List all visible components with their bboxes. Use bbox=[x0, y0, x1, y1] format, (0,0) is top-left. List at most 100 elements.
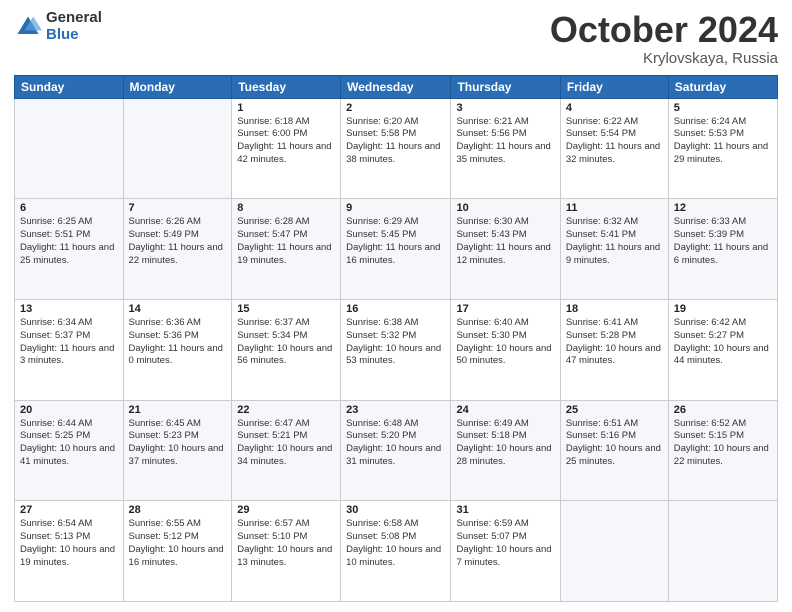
day-number: 31 bbox=[456, 504, 554, 516]
day-number: 5 bbox=[674, 102, 772, 114]
logo-general: General bbox=[46, 10, 102, 27]
day-number: 24 bbox=[456, 404, 554, 416]
day-number: 23 bbox=[346, 404, 445, 416]
logo-blue: Blue bbox=[46, 27, 102, 44]
day-info: Sunrise: 6:25 AM Sunset: 5:51 PM Dayligh… bbox=[20, 216, 118, 267]
calendar-cell: 13 Sunrise: 6:34 AM Sunset: 5:37 PM Dayli… bbox=[15, 299, 124, 400]
calendar-cell: 3 Sunrise: 6:21 AM Sunset: 5:56 PM Daylig… bbox=[451, 98, 560, 199]
title-block: October 2024 Krylovskaya, Russia bbox=[550, 10, 778, 67]
day-number: 4 bbox=[566, 102, 663, 114]
calendar-cell: 19 Sunrise: 6:42 AM Sunset: 5:27 PM Dayli… bbox=[668, 299, 777, 400]
day-number: 25 bbox=[566, 404, 663, 416]
day-number: 8 bbox=[237, 202, 335, 214]
day-number: 22 bbox=[237, 404, 335, 416]
day-info: Sunrise: 6:58 AM Sunset: 5:08 PM Dayligh… bbox=[346, 518, 445, 569]
day-info: Sunrise: 6:21 AM Sunset: 5:56 PM Dayligh… bbox=[456, 116, 554, 167]
day-number: 2 bbox=[346, 102, 445, 114]
day-number: 13 bbox=[20, 303, 118, 315]
day-number: 26 bbox=[674, 404, 772, 416]
logo: General Blue bbox=[14, 10, 102, 43]
day-number: 18 bbox=[566, 303, 663, 315]
day-number: 6 bbox=[20, 202, 118, 214]
calendar-cell: 24Sunrise: 6:49 AM Sunset: 5:18 PM Dayli… bbox=[451, 400, 560, 501]
calendar-cell: 30 Sunrise: 6:58 AM Sunset: 5:08 PM Dayli… bbox=[341, 501, 451, 602]
day-number: 14 bbox=[129, 303, 227, 315]
day-number: 7 bbox=[129, 202, 227, 214]
day-info: Sunrise: 6:42 AM Sunset: 5:27 PM Dayligh… bbox=[674, 317, 772, 368]
calendar-cell: 31 Sunrise: 6:59 AM Sunset: 5:07 PM Dayli… bbox=[451, 501, 560, 602]
day-number: 19 bbox=[674, 303, 772, 315]
calendar-cell bbox=[560, 501, 668, 602]
day-number: 15 bbox=[237, 303, 335, 315]
weekday-header-friday: Friday bbox=[560, 75, 668, 98]
header: General Blue October 2024 Krylovskaya, R… bbox=[14, 10, 778, 67]
calendar-cell: 8 Sunrise: 6:28 AM Sunset: 5:47 PM Daylig… bbox=[232, 199, 341, 300]
calendar-week-2: 6 Sunrise: 6:25 AM Sunset: 5:51 PM Daylig… bbox=[15, 199, 778, 300]
calendar-cell bbox=[15, 98, 124, 199]
day-number: 3 bbox=[456, 102, 554, 114]
calendar-cell: 4 Sunrise: 6:22 AM Sunset: 5:54 PM Daylig… bbox=[560, 98, 668, 199]
day-info: Sunrise: 6:44 AM Sunset: 5:25 PM Dayligh… bbox=[20, 418, 118, 469]
calendar-cell: 28 Sunrise: 6:55 AM Sunset: 5:12 PM Dayli… bbox=[123, 501, 232, 602]
day-info: Sunrise: 6:33 AM Sunset: 5:39 PM Dayligh… bbox=[674, 216, 772, 267]
day-info: Sunrise: 6:52 AM Sunset: 5:15 PM Dayligh… bbox=[674, 418, 772, 469]
calendar-cell: 9 Sunrise: 6:29 AM Sunset: 5:45 PM Daylig… bbox=[341, 199, 451, 300]
calendar-cell: 18Sunrise: 6:41 AM Sunset: 5:28 PM Dayli… bbox=[560, 299, 668, 400]
calendar-cell: 10 Sunrise: 6:30 AM Sunset: 5:43 PM Dayli… bbox=[451, 199, 560, 300]
day-info: Sunrise: 6:34 AM Sunset: 5:37 PM Dayligh… bbox=[20, 317, 118, 368]
calendar-week-1: 1Sunrise: 6:18 AM Sunset: 6:00 PM Daylig… bbox=[15, 98, 778, 199]
day-number: 10 bbox=[456, 202, 554, 214]
weekday-header-thursday: Thursday bbox=[451, 75, 560, 98]
calendar-cell: 2 Sunrise: 6:20 AM Sunset: 5:58 PM Daylig… bbox=[341, 98, 451, 199]
day-number: 9 bbox=[346, 202, 445, 214]
weekday-header-monday: Monday bbox=[123, 75, 232, 98]
day-info: Sunrise: 6:29 AM Sunset: 5:45 PM Dayligh… bbox=[346, 216, 445, 267]
calendar-cell: 27Sunrise: 6:54 AM Sunset: 5:13 PM Dayli… bbox=[15, 501, 124, 602]
day-number: 21 bbox=[129, 404, 227, 416]
calendar-cell: 7 Sunrise: 6:26 AM Sunset: 5:49 PM Daylig… bbox=[123, 199, 232, 300]
day-number: 17 bbox=[456, 303, 554, 315]
day-info: Sunrise: 6:55 AM Sunset: 5:12 PM Dayligh… bbox=[129, 518, 227, 569]
day-number: 27 bbox=[20, 504, 118, 516]
day-number: 20 bbox=[20, 404, 118, 416]
weekday-header-saturday: Saturday bbox=[668, 75, 777, 98]
calendar-week-5: 27Sunrise: 6:54 AM Sunset: 5:13 PM Dayli… bbox=[15, 501, 778, 602]
day-info: Sunrise: 6:26 AM Sunset: 5:49 PM Dayligh… bbox=[129, 216, 227, 267]
calendar-table: SundayMondayTuesdayWednesdayThursdayFrid… bbox=[14, 75, 778, 602]
month-title: October 2024 bbox=[550, 10, 778, 50]
day-info: Sunrise: 6:45 AM Sunset: 5:23 PM Dayligh… bbox=[129, 418, 227, 469]
day-info: Sunrise: 6:51 AM Sunset: 5:16 PM Dayligh… bbox=[566, 418, 663, 469]
day-info: Sunrise: 6:37 AM Sunset: 5:34 PM Dayligh… bbox=[237, 317, 335, 368]
day-number: 12 bbox=[674, 202, 772, 214]
calendar-cell: 15 Sunrise: 6:37 AM Sunset: 5:34 PM Dayli… bbox=[232, 299, 341, 400]
day-number: 1 bbox=[237, 102, 335, 114]
calendar-cell: 1Sunrise: 6:18 AM Sunset: 6:00 PM Daylig… bbox=[232, 98, 341, 199]
calendar-cell: 23 Sunrise: 6:48 AM Sunset: 5:20 PM Dayli… bbox=[341, 400, 451, 501]
calendar-cell: 26 Sunrise: 6:52 AM Sunset: 5:15 PM Dayli… bbox=[668, 400, 777, 501]
day-info: Sunrise: 6:36 AM Sunset: 5:36 PM Dayligh… bbox=[129, 317, 227, 368]
day-number: 11 bbox=[566, 202, 663, 214]
calendar-cell: 5 Sunrise: 6:24 AM Sunset: 5:53 PM Daylig… bbox=[668, 98, 777, 199]
weekday-header-sunday: Sunday bbox=[15, 75, 124, 98]
weekday-header-wednesday: Wednesday bbox=[341, 75, 451, 98]
day-info: Sunrise: 6:30 AM Sunset: 5:43 PM Dayligh… bbox=[456, 216, 554, 267]
calendar-cell bbox=[668, 501, 777, 602]
day-info: Sunrise: 6:20 AM Sunset: 5:58 PM Dayligh… bbox=[346, 116, 445, 167]
calendar-cell: 21 Sunrise: 6:45 AM Sunset: 5:23 PM Dayli… bbox=[123, 400, 232, 501]
day-info: Sunrise: 6:48 AM Sunset: 5:20 PM Dayligh… bbox=[346, 418, 445, 469]
logo-icon bbox=[14, 13, 42, 41]
calendar-week-4: 20 Sunrise: 6:44 AM Sunset: 5:25 PM Dayli… bbox=[15, 400, 778, 501]
day-number: 30 bbox=[346, 504, 445, 516]
calendar-cell: 16Sunrise: 6:38 AM Sunset: 5:32 PM Dayli… bbox=[341, 299, 451, 400]
page: General Blue October 2024 Krylovskaya, R… bbox=[0, 0, 792, 612]
calendar-cell: 25 Sunrise: 6:51 AM Sunset: 5:16 PM Dayli… bbox=[560, 400, 668, 501]
day-info: Sunrise: 6:22 AM Sunset: 5:54 PM Dayligh… bbox=[566, 116, 663, 167]
weekday-header-tuesday: Tuesday bbox=[232, 75, 341, 98]
day-info: Sunrise: 6:59 AM Sunset: 5:07 PM Dayligh… bbox=[456, 518, 554, 569]
day-number: 28 bbox=[129, 504, 227, 516]
day-info: Sunrise: 6:28 AM Sunset: 5:47 PM Dayligh… bbox=[237, 216, 335, 267]
day-info: Sunrise: 6:32 AM Sunset: 5:41 PM Dayligh… bbox=[566, 216, 663, 267]
day-info: Sunrise: 6:24 AM Sunset: 5:53 PM Dayligh… bbox=[674, 116, 772, 167]
calendar-header-row: SundayMondayTuesdayWednesdayThursdayFrid… bbox=[15, 75, 778, 98]
calendar-cell: 11 Sunrise: 6:32 AM Sunset: 5:41 PM Dayli… bbox=[560, 199, 668, 300]
